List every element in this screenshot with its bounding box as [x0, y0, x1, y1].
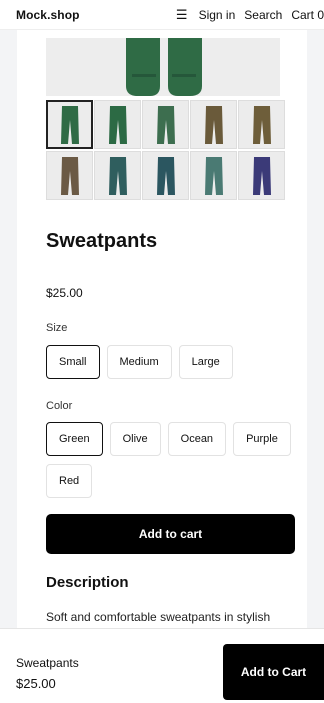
sticky-product-price: $25.00	[16, 676, 56, 691]
product-thumbnail[interactable]	[94, 100, 141, 149]
sticky-product-name: Sweatpants	[16, 656, 79, 670]
product-thumbnail[interactable]	[46, 100, 93, 149]
sweatpants-thumbnail-image	[60, 156, 79, 195]
sweatpants-thumbnail-image	[204, 105, 223, 144]
color-option-green[interactable]: Green	[46, 422, 103, 456]
size-option-small[interactable]: Small	[46, 345, 100, 379]
color-option-ocean[interactable]: Ocean	[167, 422, 227, 456]
add-to-cart-button[interactable]: Add to cart	[46, 514, 295, 554]
color-option-olive[interactable]: Olive	[109, 422, 161, 456]
color-label: Color	[46, 400, 73, 412]
sweatpants-image	[126, 38, 202, 96]
sweatpants-thumbnail-image	[108, 105, 127, 144]
product-thumbnail[interactable]	[190, 100, 237, 149]
sticky-add-to-cart-button[interactable]: Add to Cart	[223, 644, 324, 700]
product-thumbnail[interactable]	[94, 151, 141, 200]
description-heading: Description	[46, 574, 129, 591]
product-thumbnail[interactable]	[190, 151, 237, 200]
product-thumbnail[interactable]	[238, 151, 285, 200]
product-thumbnail[interactable]	[142, 100, 189, 149]
sweatpants-thumbnail-image	[156, 156, 175, 195]
sweatpants-thumbnail-image	[60, 105, 79, 144]
product-price: $25.00	[46, 286, 83, 300]
product-thumbnail[interactable]	[142, 151, 189, 200]
product-main-image	[46, 38, 280, 96]
product-thumbnail[interactable]	[46, 151, 93, 200]
description-text: Soft and comfortable sweatpants in styli…	[46, 610, 271, 630]
sweatpants-thumbnail-image	[252, 156, 271, 195]
color-option-red[interactable]: Red	[46, 464, 93, 498]
product-thumbnail[interactable]	[238, 100, 285, 149]
sweatpants-thumbnail-image	[156, 105, 175, 144]
nav-links: ☰ Sign in Search Cart 0	[176, 8, 324, 22]
cart-link[interactable]: Cart 0	[291, 8, 324, 22]
sweatpants-thumbnail-image	[204, 156, 223, 195]
sticky-cart-bar: Sweatpants $25.00 Add to Cart	[0, 628, 324, 703]
thumbnail-gallery	[46, 100, 286, 200]
sweatpants-thumbnail-image	[108, 156, 127, 195]
size-label: Size	[46, 322, 68, 334]
size-options: Small Medium Large	[46, 345, 296, 379]
brand-logo[interactable]: Mock.shop	[16, 8, 80, 22]
top-nav: Mock.shop ☰ Sign in Search Cart 0	[0, 0, 324, 30]
search-link[interactable]: Search	[244, 8, 282, 22]
sign-in-link[interactable]: Sign in	[199, 8, 236, 22]
color-option-purple[interactable]: Purple	[233, 422, 291, 456]
product-details: Sweatpants $25.00 Size Small Medium Larg…	[17, 30, 307, 630]
color-options: Green Olive Ocean Purple Red	[46, 422, 296, 498]
sweatpants-thumbnail-image	[252, 105, 271, 144]
size-option-medium[interactable]: Medium	[106, 345, 172, 379]
product-title: Sweatpants	[46, 230, 158, 252]
hamburger-icon[interactable]: ☰	[176, 8, 188, 21]
size-option-large[interactable]: Large	[178, 345, 233, 379]
